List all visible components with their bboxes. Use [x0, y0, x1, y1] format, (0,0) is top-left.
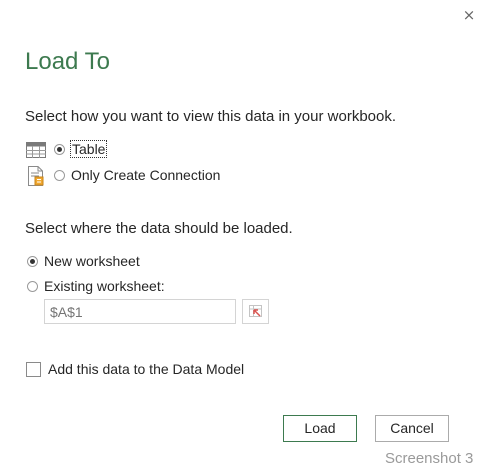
load-to-dialog: × Load To Select how you want to view th… [0, 0, 486, 470]
range-select-button[interactable] [242, 299, 269, 324]
location-option-new-worksheet[interactable]: New worksheet [27, 253, 140, 269]
load-button[interactable]: Load [283, 415, 357, 442]
range-select-icon [249, 305, 262, 317]
table-radio[interactable] [54, 143, 65, 155]
view-option-connection[interactable]: Only Create Connection [54, 167, 220, 183]
table-option-label: Table [69, 140, 108, 158]
cell-reference-input[interactable] [44, 299, 236, 324]
screenshot-watermark: Screenshot 3 [385, 450, 474, 467]
location-option-existing-worksheet[interactable]: Existing worksheet: [27, 278, 165, 294]
table-icon [26, 142, 46, 158]
existing-worksheet-label: Existing worksheet: [44, 278, 165, 294]
view-option-table[interactable]: Table [54, 140, 108, 158]
data-model-option[interactable]: Add this data to the Data Model [26, 361, 244, 377]
new-worksheet-label: New worksheet [44, 253, 140, 269]
data-model-checkbox[interactable] [26, 361, 41, 377]
data-model-label: Add this data to the Data Model [48, 361, 245, 377]
location-section-label: Select where the data should be loaded. [25, 220, 293, 237]
cancel-button[interactable]: Cancel [375, 415, 449, 442]
connection-radio[interactable] [54, 169, 65, 181]
connection-icon [28, 166, 44, 186]
view-section-label: Select how you want to view this data in… [25, 108, 397, 125]
close-icon[interactable]: × [462, 7, 476, 23]
new-worksheet-radio[interactable] [27, 255, 38, 267]
connection-option-label: Only Create Connection [71, 167, 221, 183]
existing-worksheet-radio[interactable] [27, 280, 38, 292]
dialog-title: Load To [25, 48, 110, 75]
